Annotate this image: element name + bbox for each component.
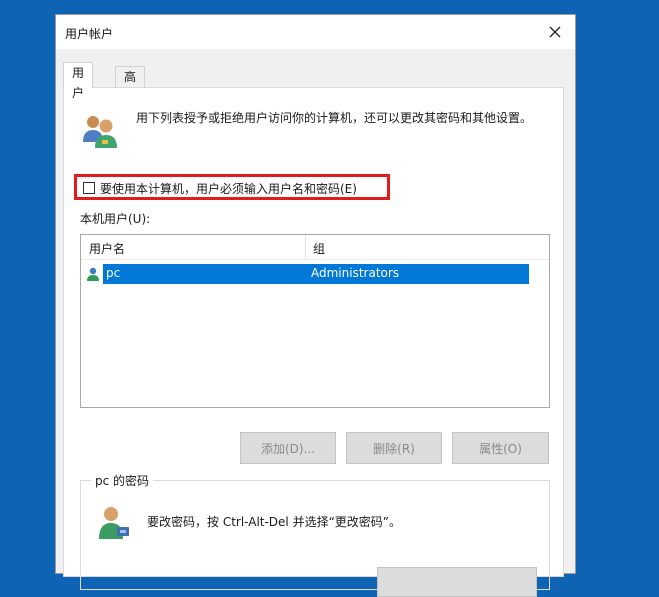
list-header: 用户名 组 [81,235,549,260]
users-tab-panel: 用下列表授予或拒绝用户访问你的计算机，还可以更改其密码和其他设置。 要使用本计算… [63,87,564,597]
require-login-row[interactable]: 要使用本计算机，用户必须输入用户名和密码(E) [74,174,390,200]
users-icon [83,116,117,148]
column-header-group[interactable]: 组 [313,240,325,257]
column-separator[interactable] [305,235,306,259]
close-icon [549,26,561,38]
add-button[interactable]: 添加(D)... [240,432,336,464]
tab-users[interactable]: 用户 [63,62,94,100]
user-accounts-window: 用户帐户 用户 高级 用下列表授予或拒绝用户访问你的计算机，还可以更改其密码和其… [55,14,576,597]
intro-text: 用下列表授予或拒绝用户访问你的计算机，还可以更改其密码和其他设置。 [136,111,533,125]
user-key-icon [99,507,129,539]
close-button[interactable] [535,15,575,49]
remove-button[interactable]: 删除(R) [346,432,442,464]
user-icon [87,267,99,281]
password-group-text: 要改密码，按 Ctrl-Alt-Del 并选择“更改密码”。 [147,515,402,529]
cell-group: Administrators [311,266,400,280]
users-listview[interactable]: 用户名 组 pc Administrators [80,234,550,408]
title-bar: 用户帐户 [56,15,575,49]
properties-button[interactable]: 属性(O) [452,432,549,464]
users-list-label: 本机用户(U): [80,212,151,226]
password-group: pc 的密码 要改密码，按 Ctrl-Alt-Del 并选择“更改密码”。 [80,472,550,597]
tab-advanced[interactable]: 高级 [115,66,146,104]
reset-password-button[interactable] [377,567,537,597]
window-title: 用户帐户 [65,27,114,41]
require-login-checkbox[interactable] [83,182,95,194]
table-row[interactable]: pc Administrators [83,264,529,284]
row-selection: pc Administrators [103,264,529,284]
require-login-label[interactable]: 要使用本计算机，用户必须输入用户名和密码(E) [100,180,357,197]
cell-username: pc [106,266,121,280]
password-group-title: pc 的密码 [91,472,154,489]
column-header-username[interactable]: 用户名 [89,240,125,257]
